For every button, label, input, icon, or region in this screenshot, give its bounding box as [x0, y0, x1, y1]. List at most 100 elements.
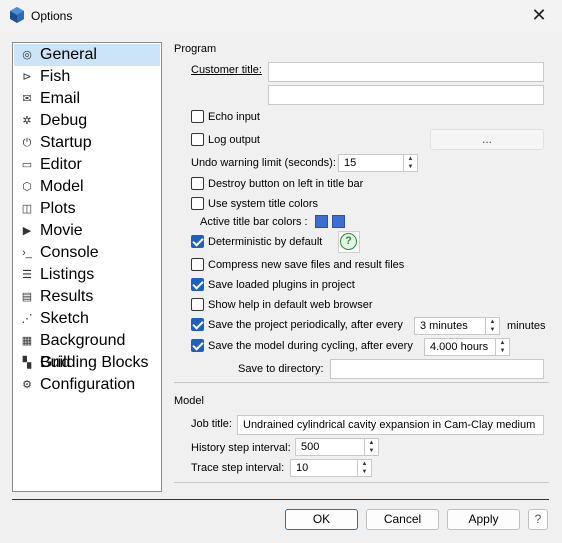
editor-icon: ▭	[21, 159, 33, 171]
nav-item-listings[interactable]: ☰ Listings	[14, 264, 160, 286]
blocks-icon: ▚	[22, 357, 32, 369]
nav-item-results[interactable]: ▤ Results	[14, 286, 160, 308]
customer-title-field[interactable]	[268, 62, 544, 82]
system-title-colors-checkbox[interactable]	[191, 197, 204, 210]
echo-input-checkbox[interactable]	[191, 110, 204, 123]
program-group-label: Program	[174, 43, 217, 55]
console-icon: ›_	[22, 247, 32, 259]
gear-icon: ⚙	[22, 379, 32, 391]
nav-item-email[interactable]: ✉ Email	[14, 88, 160, 110]
nav-item-building-blocks[interactable]: ▚ Building Blocks	[14, 352, 160, 374]
history-step-label: History step interval:	[191, 442, 291, 454]
cube-icon: ⬡	[22, 181, 32, 193]
customer-title-label: Customer title:	[191, 64, 262, 76]
destroy-button-label: Destroy button on left in title bar	[208, 178, 364, 190]
system-title-colors-label: Use system title colors	[208, 198, 319, 210]
nav-item-configuration[interactable]: ⚙ Configuration	[14, 374, 160, 396]
category-list[interactable]: ◎ General ⊳ Fish ✉ Email ✲ Debug ⏻ Startup ▭ E…	[12, 42, 162, 492]
results-icon: ▤	[21, 291, 33, 303]
spin-buttons[interactable]: ▲ ▼	[495, 339, 509, 355]
plots-icon: ◫	[21, 203, 33, 215]
active-color-swatch-1[interactable]	[315, 215, 328, 228]
history-step-spinbox[interactable]: 500 ▲ ▼	[295, 438, 379, 456]
spin-up-icon[interactable]: ▲	[496, 339, 509, 347]
spin-down-icon[interactable]: ▼	[358, 468, 371, 476]
program-group-divider	[174, 382, 549, 383]
show-help-label: Show help in default web browser	[208, 299, 373, 311]
spin-buttons[interactable]: ▲ ▼	[403, 155, 417, 171]
spin-up-icon[interactable]: ▲	[404, 155, 417, 163]
save-project-interval-spinbox[interactable]: 3 minutes ▲ ▼	[414, 317, 500, 335]
active-color-swatch-2[interactable]	[332, 215, 345, 228]
ok-button[interactable]: OK	[285, 509, 358, 530]
save-model-checkbox[interactable]	[191, 339, 204, 352]
echo-input-label: Echo input	[208, 111, 260, 123]
envelope-icon: ✉	[22, 93, 32, 105]
show-help-checkbox[interactable]	[191, 298, 204, 311]
job-title-label: Job title:	[191, 418, 232, 430]
deterministic-checkbox[interactable]	[191, 235, 204, 248]
log-output-browse-button[interactable]: ...	[430, 129, 544, 150]
footer-divider	[12, 499, 549, 500]
trace-step-spinbox[interactable]: 10 ▲ ▼	[290, 459, 372, 477]
help-icon: ?	[340, 233, 357, 250]
save-model-label: Save the model during cycling, after eve…	[208, 340, 413, 352]
nav-item-general[interactable]: ◎ General	[14, 44, 160, 66]
save-directory-field[interactable]	[330, 359, 544, 379]
save-plugins-label: Save loaded plugins in project	[208, 279, 355, 291]
nav-item-movie[interactable]: ▶ Movie	[14, 220, 160, 242]
cancel-button[interactable]: Cancel	[366, 509, 439, 530]
customer-title-field-2[interactable]	[268, 85, 544, 105]
save-project-checkbox[interactable]	[191, 318, 204, 331]
spin-up-icon[interactable]: ▲	[358, 460, 371, 468]
log-output-checkbox[interactable]	[191, 133, 204, 146]
active-title-bar-colors-label: Active title bar colors :	[200, 216, 308, 228]
nav-item-console[interactable]: ›_ Console	[14, 242, 160, 264]
close-icon[interactable]: ✕	[528, 3, 550, 27]
model-group-divider	[174, 482, 549, 483]
grid-icon: ▦	[21, 335, 33, 347]
undo-warning-label: Undo warning limit (seconds):	[191, 157, 336, 169]
nav-item-sketch[interactable]: ⋰ Sketch	[14, 308, 160, 330]
listings-icon: ☰	[22, 269, 32, 281]
app-icon	[10, 7, 24, 23]
spin-up-icon[interactable]: ▲	[365, 439, 378, 447]
compress-label: Compress new save files and result files	[208, 259, 405, 271]
save-plugins-checkbox[interactable]	[191, 278, 204, 291]
trace-step-label: Trace step interval:	[191, 462, 285, 474]
minutes-label: minutes	[507, 320, 546, 332]
help-button[interactable]: ?	[528, 509, 548, 530]
spin-down-icon[interactable]: ▼	[404, 163, 417, 171]
save-directory-label: Save to directory:	[238, 363, 324, 375]
save-model-interval-spinbox[interactable]: 4.000 hours ▲ ▼	[424, 338, 510, 356]
nav-item-startup[interactable]: ⏻ Startup	[14, 132, 160, 154]
spin-buttons[interactable]: ▲ ▼	[364, 439, 378, 455]
nav-item-model[interactable]: ⬡ Model	[14, 176, 160, 198]
spin-down-icon[interactable]: ▼	[496, 347, 509, 355]
log-output-label: Log output	[208, 134, 260, 146]
spin-buttons[interactable]: ▲ ▼	[485, 318, 499, 334]
spin-buttons[interactable]: ▲ ▼	[357, 460, 371, 476]
nav-item-fish[interactable]: ⊳ Fish	[14, 66, 160, 88]
globe-icon: ◎	[22, 49, 32, 61]
window-title: Options	[31, 9, 73, 23]
nav-item-background-grid[interactable]: ▦ Background Grid	[14, 330, 160, 371]
spin-up-icon[interactable]: ▲	[486, 318, 499, 326]
save-project-label: Save the project periodically, after eve…	[208, 319, 403, 331]
bug-icon: ✲	[22, 115, 32, 127]
compress-checkbox[interactable]	[191, 258, 204, 271]
title-bar	[0, 0, 562, 32]
spin-down-icon[interactable]: ▼	[365, 447, 378, 455]
apply-button[interactable]: Apply	[447, 509, 520, 530]
deterministic-label: Deterministic by default	[208, 236, 323, 248]
job-title-field[interactable]: Undrained cylindrical cavity expansion i…	[237, 415, 544, 435]
power-icon: ⏻	[22, 137, 32, 149]
movie-icon: ▶	[22, 225, 32, 237]
undo-warning-spinbox[interactable]: 15 ▲ ▼	[338, 154, 418, 172]
nav-item-debug[interactable]: ✲ Debug	[14, 110, 160, 132]
deterministic-help-button[interactable]: ?	[338, 231, 360, 253]
nav-item-editor[interactable]: ▭ Editor	[14, 154, 160, 176]
spin-down-icon[interactable]: ▼	[486, 326, 499, 334]
nav-item-plots[interactable]: ◫ Plots	[14, 198, 160, 220]
destroy-button-checkbox[interactable]	[191, 177, 204, 190]
